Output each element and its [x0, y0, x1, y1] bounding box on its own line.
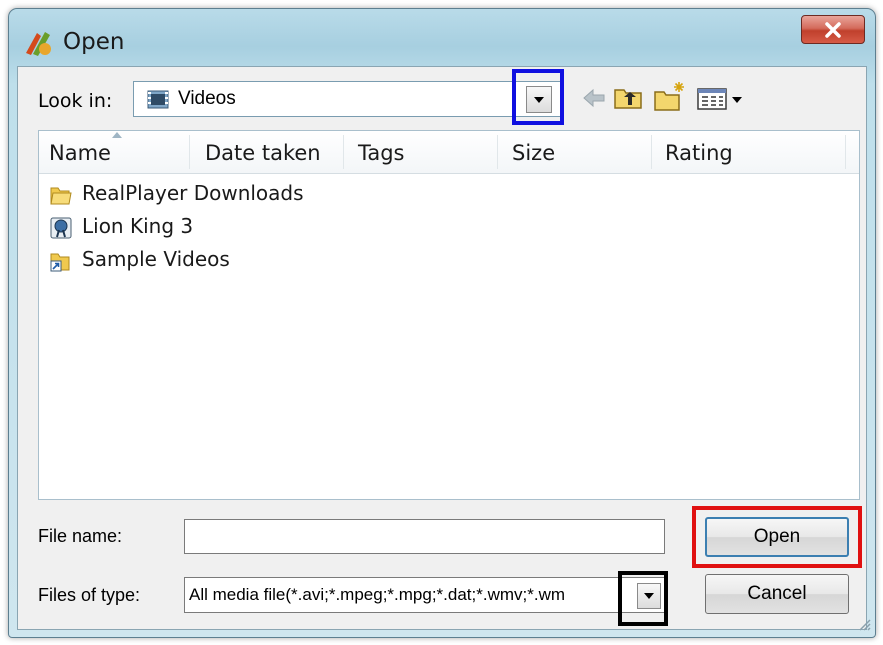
back-arrow-icon[interactable] — [580, 85, 608, 111]
files-of-type-label: Files of type: — [38, 585, 141, 605]
file-list[interactable]: Name Date taken Tags Size Rating RealPla… — [38, 130, 860, 500]
list-item-label: RealPlayer Downloads — [82, 181, 304, 205]
highlight-box-black — [618, 571, 668, 626]
up-folder-icon[interactable] — [613, 83, 643, 111]
app-icon — [26, 32, 51, 56]
files-of-type-value: All media file(*.avi;*.mpeg;*.mpg;*.dat;… — [189, 585, 566, 604]
look-in-label: Look in: — [38, 90, 113, 112]
column-divider[interactable] — [651, 135, 652, 169]
sort-ascending-icon — [112, 132, 122, 138]
window-title: Open — [63, 29, 125, 55]
file-name-input[interactable] — [184, 519, 665, 554]
highlight-box-blue — [512, 69, 564, 125]
highlight-box-red — [692, 506, 862, 568]
column-divider[interactable] — [497, 135, 498, 169]
column-name[interactable]: Name — [49, 141, 111, 165]
file-name-label: File name: — [38, 526, 123, 546]
folder-icon — [50, 187, 72, 205]
close-button[interactable] — [801, 15, 865, 44]
column-divider[interactable] — [189, 135, 190, 169]
cancel-button[interactable]: Cancel — [705, 574, 849, 614]
files-of-type-combo[interactable]: All media file(*.avi;*.mpeg;*.mpg;*.dat;… — [184, 577, 665, 613]
column-divider[interactable] — [845, 135, 846, 169]
views-menu-icon[interactable] — [696, 84, 746, 112]
list-item-label: Lion King 3 — [82, 214, 194, 238]
title-bar[interactable]: Open — [9, 9, 875, 69]
column-size[interactable]: Size — [512, 141, 555, 165]
column-divider[interactable] — [343, 135, 344, 169]
column-header-row: Name Date taken Tags Size Rating — [39, 131, 859, 174]
shortcut-folder-icon — [50, 253, 70, 272]
close-x-icon — [825, 21, 841, 38]
resize-grip-icon[interactable] — [855, 615, 871, 631]
videos-folder-icon — [147, 90, 169, 109]
column-rating[interactable]: Rating — [665, 141, 733, 165]
column-tags[interactable]: Tags — [358, 141, 405, 165]
new-folder-icon[interactable] — [653, 80, 687, 112]
list-item-label: Sample Videos — [82, 247, 230, 271]
look-in-value: Videos — [178, 88, 236, 109]
realplayer-file-icon — [50, 217, 72, 239]
column-date-taken[interactable]: Date taken — [205, 141, 321, 165]
